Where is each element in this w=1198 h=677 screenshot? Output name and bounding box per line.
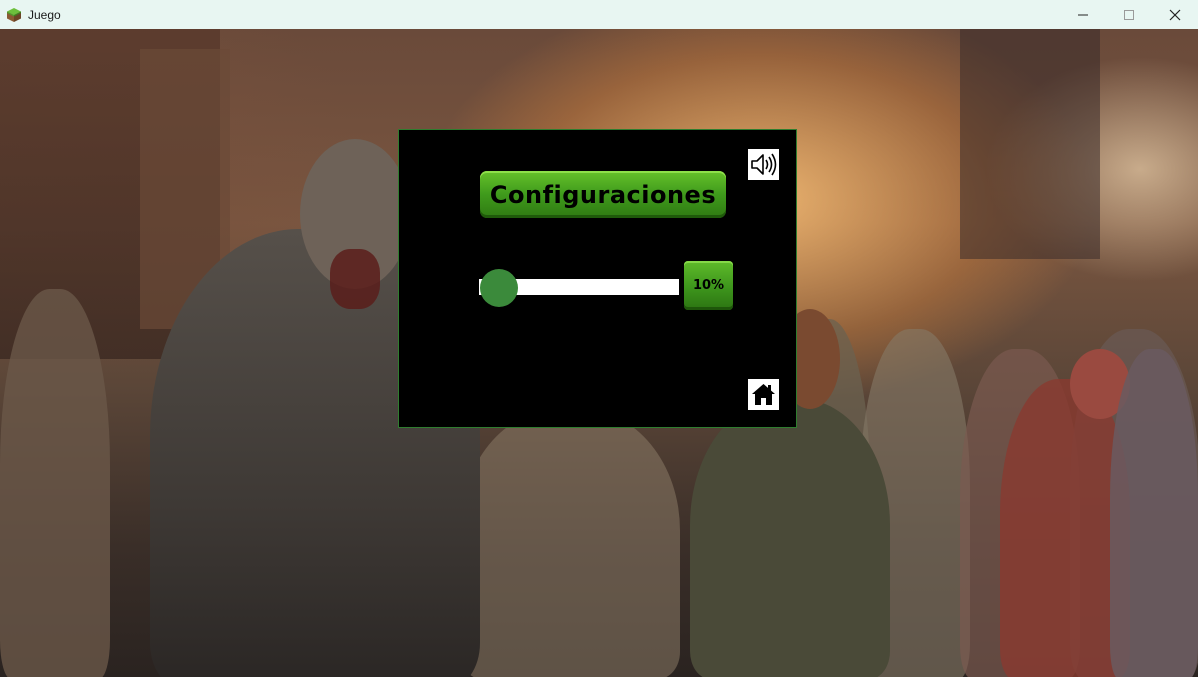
maximize-button[interactable] bbox=[1106, 0, 1152, 29]
title-bar[interactable]: Juego bbox=[0, 0, 1198, 29]
window-title: Juego bbox=[28, 7, 61, 22]
sound-toggle-button[interactable] bbox=[748, 149, 779, 180]
volume-percent-badge: 10% bbox=[684, 261, 733, 310]
close-icon bbox=[1169, 9, 1181, 20]
game-window: Juego Configuraciones 10% bbox=[0, 0, 1198, 677]
home-icon bbox=[752, 384, 775, 405]
settings-title: Configuraciones bbox=[489, 180, 717, 209]
maximize-icon bbox=[1124, 9, 1134, 20]
minimize-button[interactable] bbox=[1060, 0, 1106, 29]
home-button[interactable] bbox=[748, 379, 779, 410]
grass-block-icon bbox=[6, 7, 22, 23]
speaker-icon bbox=[751, 153, 777, 176]
settings-title-button: Configuraciones bbox=[480, 171, 726, 218]
window-controls bbox=[1060, 0, 1198, 29]
settings-panel: Configuraciones 10% bbox=[398, 129, 797, 428]
minimize-icon bbox=[1078, 14, 1088, 15]
volume-slider-knob[interactable] bbox=[480, 269, 518, 307]
close-button[interactable] bbox=[1152, 0, 1198, 29]
volume-percent-label: 10% bbox=[692, 278, 725, 293]
volume-slider[interactable] bbox=[479, 269, 679, 307]
